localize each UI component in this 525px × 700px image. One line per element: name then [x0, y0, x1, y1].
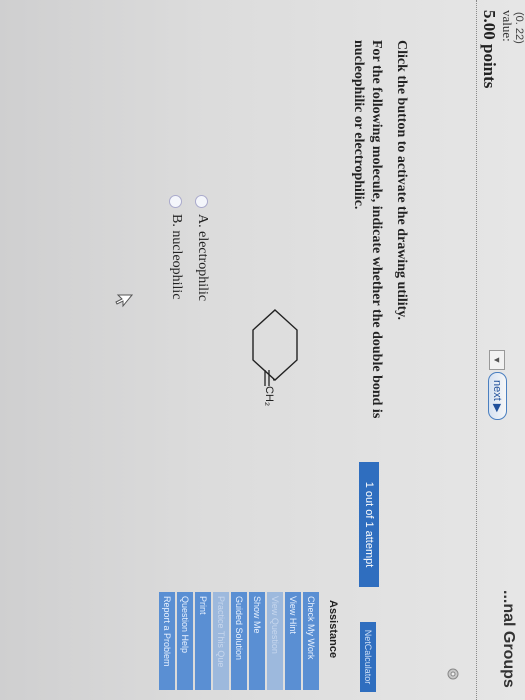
- mouse-cursor-icon: [115, 294, 133, 308]
- question-help-button[interactable]: Question Help: [177, 592, 193, 690]
- radio-a[interactable]: [195, 195, 209, 208]
- question-dropdown[interactable]: ▼: [489, 350, 505, 370]
- view-hint-button[interactable]: View Hint: [285, 592, 301, 690]
- view-question-button[interactable]: View Question: [267, 592, 283, 690]
- question-text: For the following molecule, indicate whe…: [351, 40, 384, 419]
- assistance-title: Assistance: [327, 600, 339, 659]
- print-button[interactable]: Print: [195, 592, 211, 690]
- value-label: value:: [500, 10, 515, 42]
- groups-title: ...nal Groups: [500, 590, 517, 688]
- next-button[interactable]: next ▶: [488, 372, 507, 421]
- option-a-label: A. electrophilic: [195, 214, 210, 302]
- show-me-button[interactable]: Show Me: [249, 592, 265, 690]
- option-b-label: B. nucleophilic: [169, 214, 184, 300]
- practice-button[interactable]: Practice This Que: [213, 592, 229, 690]
- draw-instruction: Click the button to activate the drawing…: [394, 40, 409, 320]
- ch2-label: CH₂: [263, 386, 275, 407]
- check-my-work-button[interactable]: Check My Work: [303, 592, 319, 690]
- rotated-page: (0. 22) ...nal Groups value: 5.00 points…: [0, 0, 525, 700]
- option-a[interactable]: A. electrophilic: [194, 195, 210, 301]
- netcalculator-button[interactable]: NetCalculator: [360, 622, 376, 692]
- value-points: 5.00 points: [480, 10, 499, 89]
- report-problem-button[interactable]: Report a Problem: [159, 592, 175, 690]
- divider: [476, 0, 477, 700]
- radio-b[interactable]: [169, 195, 183, 208]
- attempt-badge: 1 out of 1 attempt: [359, 462, 379, 587]
- gear-icon[interactable]: [445, 666, 461, 682]
- guided-solution-button[interactable]: Guided Solution: [231, 592, 247, 690]
- option-b[interactable]: B. nucleophilic: [168, 195, 184, 300]
